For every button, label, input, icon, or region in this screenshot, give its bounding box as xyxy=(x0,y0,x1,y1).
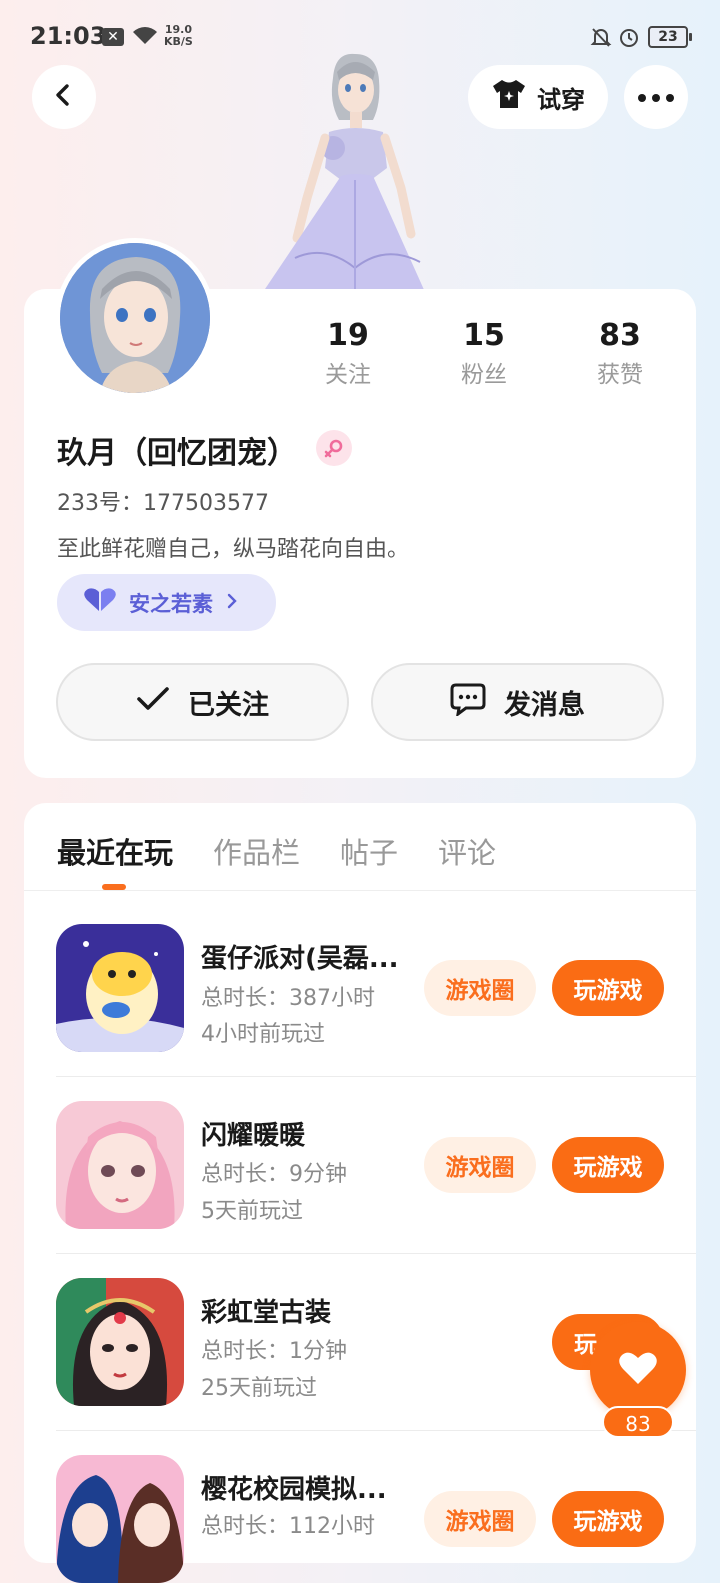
game-icon-shining-nikki[interactable] xyxy=(56,1101,184,1229)
game-duration: 总时长：387小时 xyxy=(201,986,375,1011)
followed-label: 已关注 xyxy=(188,689,269,721)
stat-fans[interactable]: 15 粉丝 xyxy=(424,318,544,392)
bio: 至此鲜花赠自己，纵马踏花向自由。 xyxy=(57,537,410,562)
more-button[interactable] xyxy=(624,65,688,129)
heart-split-icon xyxy=(83,587,117,618)
like-count: 83 xyxy=(602,1406,674,1438)
wifi-icon xyxy=(131,24,159,52)
stat-likes-value: 83 xyxy=(599,318,641,353)
play-game-button[interactable]: 玩游戏 xyxy=(552,1491,664,1547)
row-divider xyxy=(56,1076,696,1077)
relationship-tag[interactable]: 安之若素 xyxy=(57,574,276,631)
user-id: 233号：177503577 xyxy=(57,491,269,516)
game-icon-sakura-school[interactable] xyxy=(56,1455,184,1583)
tab-recently-played[interactable]: 最近在玩 xyxy=(57,830,173,872)
send-message-label: 发消息 xyxy=(504,689,585,721)
game-last-played: 25天前玩过 xyxy=(201,1376,317,1401)
game-duration: 总时长：9分钟 xyxy=(201,1162,347,1187)
tab-divider xyxy=(24,890,696,891)
tshirt-icon xyxy=(491,78,527,116)
game-circle-button[interactable]: 游戏圈 xyxy=(424,1491,536,1547)
game-title[interactable]: 闪耀暖暖 xyxy=(201,1115,305,1152)
chevron-right-icon xyxy=(225,591,239,615)
relationship-tag-label: 安之若素 xyxy=(129,591,213,616)
status-time: 21:03 xyxy=(30,22,107,50)
play-game-button[interactable]: 玩游戏 xyxy=(552,960,664,1016)
alarm-icon xyxy=(618,26,640,54)
profile-name: 玖月（回忆团宠） xyxy=(57,436,297,471)
stat-following[interactable]: 19 关注 xyxy=(288,318,408,392)
like-floating-button[interactable] xyxy=(590,1322,686,1418)
game-title[interactable]: 樱花校园模拟... xyxy=(201,1469,387,1506)
game-last-played: 4小时前玩过 xyxy=(201,1022,325,1047)
heart-icon xyxy=(618,1350,658,1390)
more-dots-icon xyxy=(636,88,676,107)
tab-works[interactable]: 作品栏 xyxy=(213,830,300,872)
game-duration: 总时长：1分钟 xyxy=(201,1339,347,1364)
stat-fans-label: 粉丝 xyxy=(461,362,507,388)
sim-off-icon: ✕ xyxy=(102,28,124,46)
net-speed: 19.0 KB/S xyxy=(164,24,193,48)
chat-bubble-icon xyxy=(450,682,486,723)
game-icon-eggy-party[interactable] xyxy=(56,924,184,1052)
send-message-button[interactable]: 发消息 xyxy=(371,663,664,741)
tab-comments[interactable]: 评论 xyxy=(438,830,496,872)
game-icon-rainbow-costume[interactable] xyxy=(56,1278,184,1406)
stat-following-label: 关注 xyxy=(325,362,371,388)
followed-button[interactable]: 已关注 xyxy=(56,663,349,741)
stat-likes-label: 获赞 xyxy=(597,362,643,388)
game-circle-button[interactable]: 游戏圈 xyxy=(424,1137,536,1193)
row-divider xyxy=(56,1253,696,1254)
avatar-figure[interactable] xyxy=(255,48,455,292)
play-game-button[interactable]: 玩游戏 xyxy=(552,1137,664,1193)
game-title[interactable]: 蛋仔派对(吴磊... xyxy=(201,938,399,975)
game-last-played: 5天前玩过 xyxy=(201,1199,303,1224)
row-divider xyxy=(56,1430,696,1431)
try-on-button[interactable]: 试穿 xyxy=(468,65,608,129)
battery-indicator: 23 xyxy=(648,26,692,48)
stat-likes[interactable]: 83 获赞 xyxy=(560,318,680,392)
game-circle-button[interactable]: 游戏圈 xyxy=(424,960,536,1016)
female-icon xyxy=(316,430,352,466)
stat-following-value: 19 xyxy=(327,318,369,353)
try-on-label: 试穿 xyxy=(537,85,585,114)
stat-fans-value: 15 xyxy=(463,318,505,353)
check-icon xyxy=(136,686,170,719)
game-title[interactable]: 彩虹堂古装 xyxy=(201,1292,331,1329)
avatar[interactable] xyxy=(60,243,210,393)
net-speed-unit: KB/S xyxy=(164,35,193,48)
tab-posts[interactable]: 帖子 xyxy=(340,830,398,872)
bell-muted-icon xyxy=(590,26,612,54)
game-duration: 总时长：112小时 xyxy=(201,1514,375,1539)
back-button[interactable] xyxy=(32,65,96,129)
chevron-left-icon xyxy=(52,83,76,111)
